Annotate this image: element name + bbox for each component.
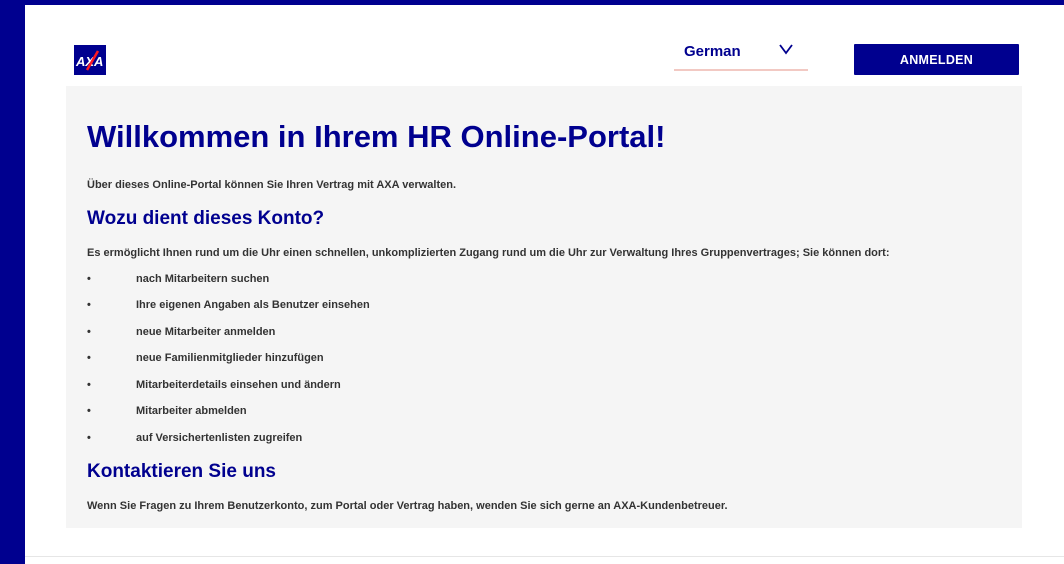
list-item-label: nach Mitarbeitern suchen (136, 273, 270, 285)
list-item-label: auf Versichertenlisten zugreifen (136, 432, 303, 444)
list-item-label: Mitarbeiterdetails einsehen und ändern (136, 379, 341, 391)
bullet: • (87, 405, 91, 417)
list-item: • Mitarbeiterdetails einsehen und ändern (87, 379, 587, 395)
login-button[interactable]: ANMELDEN (854, 44, 1019, 75)
chevron-down-icon (779, 44, 793, 55)
language-select-value: German (684, 43, 741, 60)
bullet: • (87, 326, 91, 338)
intro-text: Über dieses Online-Portal können Sie Ihr… (87, 179, 457, 191)
list-item: • neue Familienmitglieder hinzufügen (87, 352, 587, 368)
welcome-panel: Willkommen in Ihrem HR Online-Portal! Üb… (66, 86, 1022, 528)
contact-text: Wenn Sie Fragen zu Ihrem Benutzerkonto, … (87, 500, 728, 512)
list-item: • neue Mitarbeiter anmelden (87, 326, 587, 342)
list-item-label: neue Familienmitglieder hinzufügen (136, 352, 324, 364)
bullet: • (87, 299, 91, 311)
purpose-text: Es ermöglicht Ihnen rund um die Uhr eine… (87, 247, 890, 259)
footer-divider (25, 556, 1064, 557)
list-item: • Ihre eigenen Angaben als Benutzer eins… (87, 299, 587, 315)
axa-logo[interactable]: AXA (74, 45, 106, 75)
contact-heading: Kontaktieren Sie uns (87, 461, 276, 482)
list-item: • Mitarbeiter abmelden (87, 405, 587, 421)
bullet: • (87, 379, 91, 391)
list-item: • nach Mitarbeitern suchen (87, 273, 587, 289)
page-frame: AXA German ANMELDEN Willkommen in Ihrem … (25, 5, 1064, 564)
list-item-label: neue Mitarbeiter anmelden (136, 326, 276, 338)
page-title: Willkommen in Ihrem HR Online-Portal! (87, 119, 666, 154)
axa-logo-icon: AXA (75, 50, 103, 71)
bullet: • (87, 352, 91, 364)
list-item-label: Mitarbeiter abmelden (136, 405, 247, 417)
list-item-label: Ihre eigenen Angaben als Benutzer einseh… (136, 299, 370, 311)
purpose-heading: Wozu dient dieses Konto? (87, 208, 325, 229)
bullet: • (87, 273, 91, 285)
language-select[interactable]: German (674, 41, 808, 71)
list-item: • auf Versichertenlisten zugreifen (87, 432, 587, 448)
bullet: • (87, 432, 91, 444)
